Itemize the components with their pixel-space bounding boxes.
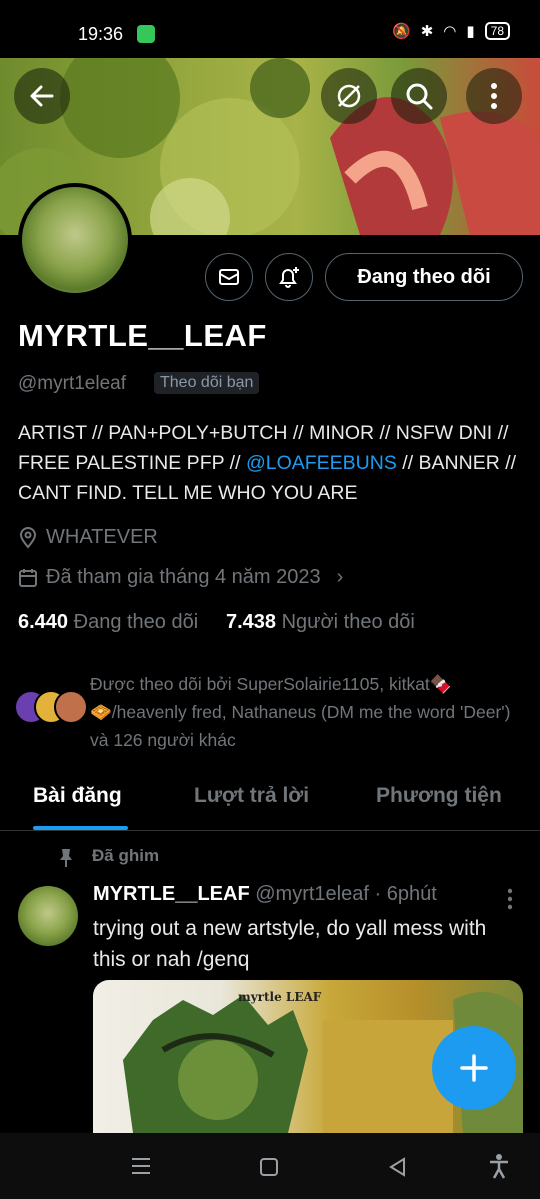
following-label: Đang theo dõi xyxy=(73,611,199,633)
post-author[interactable]: MYRTLE__LEAF xyxy=(93,883,250,905)
location-text: WHATEVER xyxy=(46,526,158,548)
home-icon[interactable] xyxy=(259,1157,279,1177)
mute-vibrate-icon: 🔕 xyxy=(392,23,411,40)
calendar-icon xyxy=(19,568,37,587)
post-handle-time: @myrt1eleaf · 6phút xyxy=(255,883,437,905)
post-more-icon[interactable] xyxy=(506,888,514,910)
search-button[interactable] xyxy=(391,68,447,124)
profile-bio: ARTIST // PAN+POLY+BUTCH // MINOR // NSF… xyxy=(18,418,528,508)
follower-avatar xyxy=(54,690,88,724)
compose-button[interactable] xyxy=(432,1026,516,1110)
post-header: MYRTLE__LEAF @myrt1eleaf · 6phút xyxy=(93,883,437,906)
profile-handle: @myrt1eleaf xyxy=(18,373,126,394)
accessibility-icon[interactable] xyxy=(488,1153,510,1179)
bio-mention-link[interactable]: @LOAFEEBUNS xyxy=(246,452,397,474)
location-pin-icon xyxy=(19,526,37,549)
profile-name: MYRTLE__LEAF xyxy=(18,318,267,353)
shield-icon xyxy=(137,25,155,43)
bell-plus-icon xyxy=(279,267,299,288)
following-link[interactable]: 6.440 Đang theo dõi xyxy=(18,611,198,633)
followed-by-text[interactable]: Được theo dõi bởi SuperSolairie1105, kit… xyxy=(90,670,530,754)
chevron-right-icon: › xyxy=(336,566,344,588)
status-icons: 🔕 ✱ ◠ ▮ 78 xyxy=(392,22,510,40)
wifi-icon: ◠ xyxy=(443,23,457,40)
profile-tabs: Bài đăng Lượt trả lời Phương tiện xyxy=(0,770,540,831)
following-button[interactable]: Đang theo dõi xyxy=(325,253,523,301)
follows-you-badge: Theo dõi bạn xyxy=(154,372,260,394)
pin-icon xyxy=(60,849,72,867)
recent-apps-icon[interactable] xyxy=(131,1157,151,1175)
bluetooth-icon: ✱ xyxy=(420,23,434,40)
followers-link[interactable]: 7.438 Người theo dõi xyxy=(226,611,415,633)
back-arrow-icon xyxy=(30,85,54,107)
followers-label: Người theo dõi xyxy=(281,611,415,633)
following-count: 6.440 xyxy=(18,611,69,633)
profile-location: WHATEVER xyxy=(18,526,158,549)
post-text: trying out a new artstyle, do yall mess … xyxy=(93,917,487,971)
message-button[interactable] xyxy=(205,253,253,301)
joined-text: Đã tham gia tháng 4 năm 2023 xyxy=(46,566,321,588)
no-sync-button[interactable] xyxy=(321,68,377,124)
pinned-label: Đã ghim xyxy=(92,846,160,865)
profile-joined[interactable]: Đã tham gia tháng 4 năm 2023 › xyxy=(18,566,343,589)
follow-counts: 6.440 Đang theo dõi 7.438 Người theo dõi xyxy=(18,611,415,634)
plus-icon xyxy=(460,1054,488,1082)
back-button[interactable] xyxy=(14,68,70,124)
post-avatar[interactable] xyxy=(18,886,78,946)
mail-icon xyxy=(219,269,239,285)
search-icon xyxy=(406,83,433,110)
status-bar: 19:36 🔕 ✱ ◠ ▮ 78 xyxy=(0,0,540,58)
profile-avatar[interactable] xyxy=(18,183,132,297)
tab-posts[interactable]: Bài đăng xyxy=(33,784,122,808)
active-tab-indicator xyxy=(33,826,128,830)
battery-icon: 78 xyxy=(484,22,510,40)
followers-count: 7.438 xyxy=(225,611,277,633)
tab-replies[interactable]: Lượt trả lời xyxy=(194,784,309,808)
signal-icon: ▮ xyxy=(466,23,475,40)
status-time: 19:36 xyxy=(78,24,124,44)
system-nav-bar xyxy=(0,1133,540,1199)
notify-button[interactable] xyxy=(265,253,313,301)
more-button[interactable] xyxy=(466,68,522,124)
more-vertical-icon xyxy=(491,83,497,109)
back-nav-icon[interactable] xyxy=(388,1157,408,1177)
no-sync-icon xyxy=(337,84,361,108)
post-image-caption: myrtle LEAF xyxy=(238,990,322,1004)
tab-media[interactable]: Phương tiện xyxy=(376,784,502,808)
